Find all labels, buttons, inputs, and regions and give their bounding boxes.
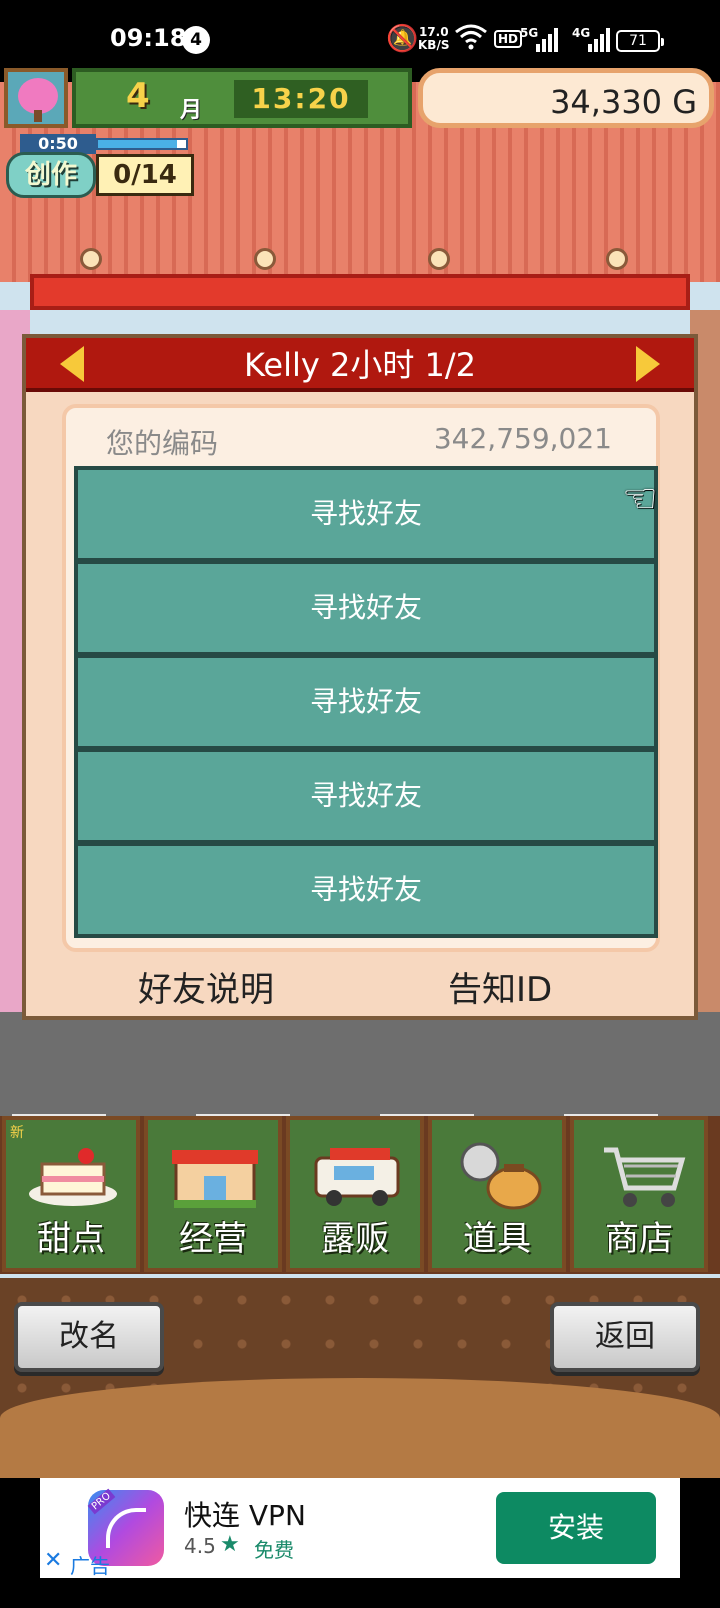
app-logo-mark bbox=[106, 1508, 146, 1548]
hd-voice-icon: HD bbox=[494, 30, 523, 48]
signal-bars-icon bbox=[588, 28, 610, 52]
pro-badge: PRO bbox=[87, 1488, 116, 1515]
notification-count-badge: 4 bbox=[182, 26, 210, 54]
system-nav-bar bbox=[0, 1578, 720, 1608]
create-progress-fill bbox=[98, 140, 178, 148]
menu-label: 露贩 bbox=[321, 1219, 389, 1259]
find-friend-slot[interactable]: 寻找好友 bbox=[74, 842, 658, 938]
next-page-arrow-icon[interactable] bbox=[636, 346, 660, 382]
create-progress-bar bbox=[96, 138, 188, 150]
pointing-hand-icon: ☜ bbox=[622, 476, 658, 522]
menu-store[interactable]: 商店 bbox=[570, 1116, 708, 1272]
mute-bell-icon: 🔕 bbox=[386, 24, 419, 54]
shop-avatar-icon[interactable] bbox=[4, 68, 68, 128]
game-clock: 13:20 bbox=[234, 80, 368, 118]
lamp-icon bbox=[254, 248, 276, 270]
rename-button[interactable]: 改名 bbox=[14, 1302, 164, 1372]
shop-building-icon bbox=[172, 1150, 258, 1208]
main-menu: 新 甜点 经营 露贩 道具 商店 bbox=[0, 1116, 720, 1274]
month-number: 4 bbox=[126, 76, 150, 116]
friend-list-panel: 您的编码 342,759,021 寻找好友 寻找好友 寻找好友 寻找好友 寻找好… bbox=[62, 404, 660, 952]
menu-dessert[interactable]: 新 甜点 bbox=[2, 1116, 140, 1272]
your-code-value: 342,759,021 bbox=[433, 422, 612, 455]
announce-id-button[interactable]: 告知ID bbox=[448, 962, 552, 1011]
menu-items[interactable]: 道具 bbox=[428, 1116, 566, 1272]
network-speed-unit: KB/S bbox=[418, 38, 450, 52]
create-status[interactable]: 0:50 创作 0/14 bbox=[6, 134, 194, 202]
menu-label: 经营 bbox=[179, 1219, 247, 1259]
ad-label: 广告 bbox=[70, 1554, 110, 1578]
money-value: 34,330 G bbox=[550, 83, 697, 121]
dialog-title: Kelly 2小时 1/2 bbox=[243, 346, 476, 384]
cherry-blossom-icon bbox=[18, 78, 58, 114]
bottom-panel: 改名 返回 bbox=[0, 1278, 720, 1478]
battery-icon: 71 bbox=[616, 30, 664, 52]
month-unit: 月 bbox=[180, 98, 203, 123]
cake-icon bbox=[29, 1148, 117, 1206]
find-friend-slot[interactable]: 寻找好友 bbox=[74, 654, 658, 750]
lamp-icon bbox=[428, 248, 450, 270]
ad-banner[interactable]: PRO 快连 VPN 4.5 ★ 免费 安装 ✕ 广告 bbox=[40, 1478, 680, 1578]
ad-price: 免费 bbox=[254, 1538, 294, 1562]
back-button[interactable]: 返回 bbox=[550, 1302, 700, 1372]
find-friend-slot[interactable]: 寻找好友 bbox=[74, 560, 658, 656]
food-truck-icon bbox=[314, 1148, 400, 1206]
menu-label: 商店 bbox=[605, 1219, 673, 1259]
menu-management[interactable]: 经营 bbox=[144, 1116, 282, 1272]
menu-label: 道具 bbox=[463, 1219, 531, 1259]
network-speed-value: 17.0 bbox=[418, 25, 449, 39]
close-ad-icon[interactable]: ✕ bbox=[44, 1548, 62, 1573]
wifi-icon bbox=[454, 24, 488, 56]
friend-help-button[interactable]: 好友说明 bbox=[138, 962, 274, 1011]
ad-rating: 4.5 bbox=[184, 1534, 216, 1558]
network-speed: 17.0 KB/S bbox=[418, 26, 449, 52]
find-friend-slot[interactable]: 寻找好友 bbox=[74, 748, 658, 844]
new-badge: 新 bbox=[10, 1125, 24, 1141]
find-friend-slot[interactable]: 寻找好友 bbox=[74, 466, 658, 562]
create-count: 0/14 bbox=[96, 154, 194, 196]
shop-awning bbox=[30, 274, 690, 310]
star-icon: ★ bbox=[220, 1532, 240, 1557]
lamp-icon bbox=[80, 248, 102, 270]
tree-trunk bbox=[34, 110, 42, 122]
item-bag-icon bbox=[460, 1142, 542, 1210]
menu-food-truck[interactable]: 露贩 bbox=[286, 1116, 424, 1272]
create-label: 创作 bbox=[6, 152, 96, 198]
ad-app-name: 快连 VPN bbox=[184, 1499, 306, 1532]
money-panel: 34,330 G bbox=[418, 68, 714, 128]
calendar-panel: 4 月 13:20 bbox=[72, 68, 412, 128]
create-timer: 0:50 bbox=[20, 134, 96, 154]
dialog-titlebar: Kelly 2小时 1/2 bbox=[26, 338, 694, 392]
lamp-icon bbox=[606, 248, 628, 270]
menu-label: 甜点 bbox=[37, 1219, 105, 1259]
friend-dialog: Kelly 2小时 1/2 您的编码 342,759,021 寻找好友 寻找好友… bbox=[22, 334, 698, 1020]
shopping-cart-icon bbox=[604, 1147, 686, 1207]
signal-bars-icon bbox=[536, 28, 558, 52]
status-time: 09:18 bbox=[110, 24, 187, 52]
your-code-label: 您的编码 bbox=[106, 427, 219, 460]
install-button[interactable]: 安装 bbox=[496, 1492, 656, 1564]
